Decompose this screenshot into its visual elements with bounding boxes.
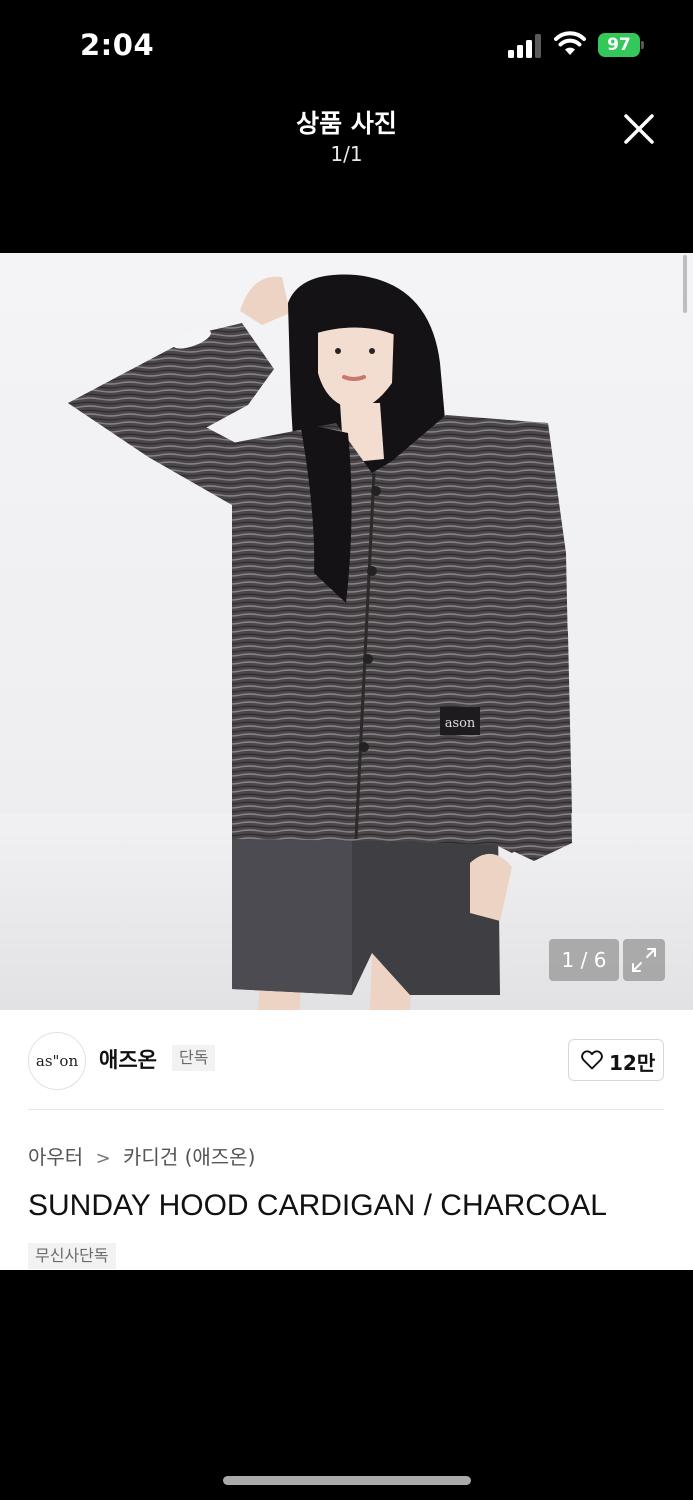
product-tag: 무신사단독 xyxy=(28,1243,116,1269)
wifi-icon xyxy=(554,31,586,55)
cellular-signal-icon xyxy=(508,34,541,58)
product-detail-view: ason 1 / 6 as"on 애즈온 단독 12만 아우터 > 카디건 (애… xyxy=(0,253,693,1270)
product-photo[interactable]: ason 1 / 6 xyxy=(0,253,693,1010)
like-count: 12만 xyxy=(609,1051,656,1075)
heart-icon xyxy=(581,1050,603,1070)
like-button[interactable]: 12만 xyxy=(568,1039,664,1081)
home-indicator xyxy=(223,1476,471,1485)
breadcrumb: 아우터 > 카디건 (애즈온) xyxy=(28,1141,255,1170)
photo-counter: 1 / 6 xyxy=(549,939,619,981)
shirt-label: ason xyxy=(445,716,476,731)
exclusive-badge: 단독 xyxy=(172,1045,216,1071)
breadcrumb-cardigan[interactable]: 카디건 (애즈온) xyxy=(123,1145,255,1169)
expand-icon[interactable] xyxy=(623,939,665,981)
seller-row: as"on 애즈온 단독 12만 xyxy=(0,1010,693,1110)
seller-avatar[interactable]: as"on xyxy=(28,1032,86,1090)
viewer-title: 상품 사진 xyxy=(296,109,397,138)
seller-name[interactable]: 애즈온 xyxy=(99,1044,157,1074)
close-icon[interactable] xyxy=(616,106,662,152)
status-bar: 2:04 97 xyxy=(0,0,693,92)
divider xyxy=(28,1109,664,1110)
breadcrumb-outerwear[interactable]: 아우터 xyxy=(28,1145,83,1169)
product-title: SUNDAY HOOD CARDIGAN / CHARCOAL xyxy=(28,1189,607,1222)
battery-level: 97 xyxy=(598,33,640,57)
chevron-right-icon: > xyxy=(95,1148,111,1169)
status-time: 2:04 xyxy=(80,28,155,62)
viewer-header: 상품 사진 1/1 xyxy=(0,92,693,252)
battery-icon: 97 xyxy=(598,33,644,57)
model-illustration: ason xyxy=(0,274,693,1010)
viewer-page-counter: 1/1 xyxy=(330,142,363,166)
scroll-indicator xyxy=(683,255,687,313)
